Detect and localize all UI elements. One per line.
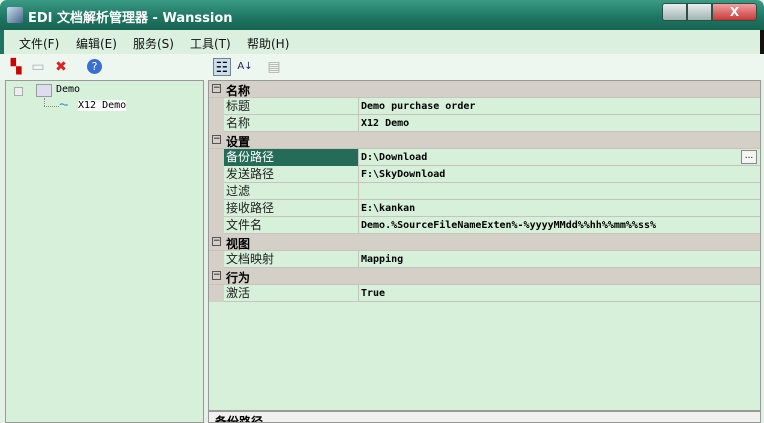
property-row-selected[interactable]: 备份路径 D:\Download... xyxy=(209,149,760,166)
property-row[interactable]: 名称 X12 Demo xyxy=(209,115,760,132)
add-node-icon[interactable]: ▚ xyxy=(7,58,25,76)
minimize-button[interactable] xyxy=(662,3,687,21)
app-icon xyxy=(7,7,23,23)
menu-edit[interactable]: 编辑(E) xyxy=(76,35,117,52)
folder-icon xyxy=(36,84,52,97)
property-row[interactable]: 激活 True xyxy=(209,285,760,302)
collapse-icon[interactable]: − xyxy=(212,271,221,280)
property-grid: − 名称 标题 Demo purchase order 名称 X12 Demo − 设置… xyxy=(208,80,761,411)
property-row[interactable]: 接收路径 E:\kankan xyxy=(209,200,760,217)
menu-help[interactable]: 帮助(H) xyxy=(247,35,289,52)
toolbar: ▚ ▭ ✖ ? ☷ A↓ ▤ xyxy=(0,54,764,80)
property-row[interactable]: 文档映射 Mapping xyxy=(209,251,760,268)
menu-bar: 文件(F) 编辑(E) 服务(S) 工具(T) 帮助(H) xyxy=(0,30,764,54)
description-pane: 备份路径 xyxy=(208,411,761,423)
close-button[interactable]: X xyxy=(712,3,757,21)
help-icon[interactable]: ? xyxy=(87,59,102,74)
description-title: 备份路径 xyxy=(215,415,264,423)
tree-view: Demo ⏦ X12 Demo xyxy=(5,80,204,423)
title-bar: EDI 文档解析管理器 - Wanssion X xyxy=(0,0,764,30)
tree-node-x12-demo[interactable]: X12 Demo xyxy=(78,100,127,111)
maximize-button[interactable] xyxy=(687,3,712,21)
collapse-icon[interactable]: − xyxy=(212,84,221,93)
collapse-icon[interactable]: − xyxy=(212,135,221,144)
tree-node-demo[interactable]: Demo xyxy=(56,84,80,95)
category-behavior[interactable]: − 行为 xyxy=(209,268,760,285)
category-view[interactable]: − 视图 xyxy=(209,234,760,251)
menu-tools[interactable]: 工具(T) xyxy=(190,35,231,52)
expand-icon[interactable] xyxy=(14,87,23,96)
category-name[interactable]: − 名称 xyxy=(209,81,760,98)
menu-service[interactable]: 服务(S) xyxy=(133,35,174,52)
menu-file[interactable]: 文件(F) xyxy=(19,35,59,52)
property-row[interactable]: 发送路径 F:\SkyDownload xyxy=(209,166,760,183)
categorized-icon[interactable]: ☷ xyxy=(213,58,231,76)
document-pulse-icon: ⏦ xyxy=(59,97,69,111)
collapse-icon[interactable]: − xyxy=(212,237,221,246)
property-row[interactable]: 文件名 Demo.%SourceFileNameExten%-%yyyyMMdd%… xyxy=(209,217,760,234)
property-row[interactable]: 标题 Demo purchase order xyxy=(209,98,760,115)
property-row[interactable]: 过滤 xyxy=(209,183,760,200)
property-pages-icon[interactable]: ▤ xyxy=(265,58,283,76)
browse-button[interactable]: ... xyxy=(741,150,757,164)
window-title: EDI 文档解析管理器 - Wanssion xyxy=(28,11,233,26)
category-settings[interactable]: − 设置 xyxy=(209,132,760,149)
folder-icon[interactable]: ▭ xyxy=(29,58,47,76)
delete-icon[interactable]: ✖ xyxy=(52,58,70,76)
alphabetical-icon[interactable]: A↓ xyxy=(236,58,254,76)
